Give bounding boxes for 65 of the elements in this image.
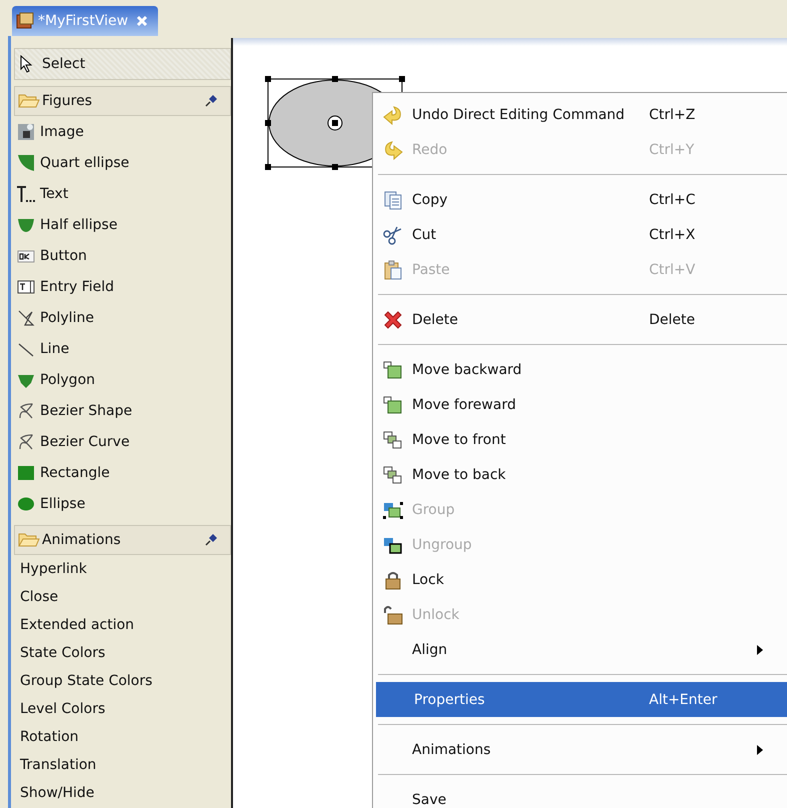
- palette-item[interactable]: Group State Colors: [14, 667, 231, 695]
- palette-item[interactable]: Extended action: [14, 611, 231, 639]
- palette-item[interactable]: Close: [14, 583, 231, 611]
- palette-item[interactable]: Image: [14, 116, 231, 147]
- menu-item[interactable]: Move foreward: [374, 387, 787, 422]
- redo-icon: [382, 140, 404, 160]
- pin-icon[interactable]: [204, 533, 218, 547]
- menu-item[interactable]: Animations: [374, 732, 787, 767]
- palette-item[interactable]: Quart ellipse: [14, 147, 231, 178]
- curve-icon: [17, 432, 35, 450]
- pointer-icon: [20, 55, 34, 73]
- palette-item[interactable]: Translation: [14, 751, 231, 779]
- palette-item[interactable]: Bezier Curve: [14, 426, 231, 457]
- palette-item[interactable]: Level Colors: [14, 695, 231, 723]
- rectangle-icon: [17, 464, 35, 482]
- folder-icon: [18, 93, 40, 109]
- delete-icon: [382, 310, 404, 330]
- curve-icon: [17, 402, 35, 420]
- layers-icon: [382, 430, 404, 450]
- menu-item[interactable]: Save: [374, 782, 787, 808]
- text-icon: [17, 184, 35, 202]
- entry-field-icon: [17, 278, 35, 296]
- palette-item[interactable]: Rectangle: [14, 457, 231, 488]
- unlock-icon: [382, 604, 404, 624]
- layers-icon: [382, 464, 404, 484]
- menu-item[interactable]: Undo Direct Editing Command Ctrl+Z: [374, 97, 787, 132]
- menu-item[interactable]: Align: [374, 632, 787, 667]
- pin-icon[interactable]: [204, 94, 218, 108]
- menu-item[interactable]: Copy Ctrl+C: [374, 182, 787, 217]
- view-icon: [16, 12, 34, 30]
- copy-icon: [382, 190, 404, 210]
- menu-item[interactable]: Lock: [374, 562, 787, 597]
- menu-item[interactable]: Move to back: [374, 457, 787, 492]
- palette-item[interactable]: Button: [14, 240, 231, 271]
- scissors-icon: [382, 224, 404, 244]
- palette-item[interactable]: Hyperlink: [14, 555, 231, 583]
- group-icon: [382, 500, 404, 520]
- layer-icon: [382, 360, 404, 380]
- palette-item[interactable]: Rotation: [14, 723, 231, 751]
- layer-icon: [382, 394, 404, 414]
- ellipse-icon: [17, 494, 35, 512]
- menu-item[interactable]: Move to front: [374, 422, 787, 457]
- menu-item[interactable]: Delete Delete: [374, 302, 787, 337]
- palette-item[interactable]: State Colors: [14, 639, 231, 667]
- palette-item[interactable]: Entry Field: [14, 271, 231, 302]
- palette-item[interactable]: Bezier Shape: [14, 395, 231, 426]
- close-icon[interactable]: [136, 15, 148, 27]
- drawer-header[interactable]: Figures: [14, 86, 231, 116]
- palette-item[interactable]: Polyline: [14, 302, 231, 333]
- select-tool[interactable]: Select: [14, 48, 231, 80]
- image-icon: [17, 122, 35, 140]
- palette-item[interactable]: Show/Hide: [14, 779, 231, 807]
- palette-item[interactable]: Polygon: [14, 364, 231, 395]
- palette-item[interactable]: Text: [14, 178, 231, 209]
- polyline-icon: [17, 308, 35, 326]
- folder-icon: [18, 532, 40, 548]
- menu-item[interactable]: Properties Alt+Enter: [376, 682, 787, 717]
- clipboard-icon: [382, 260, 404, 280]
- menu-item[interactable]: Cut Ctrl+X: [374, 217, 787, 252]
- palette-item[interactable]: Ellipse: [14, 488, 231, 519]
- drawer-header[interactable]: Animations: [14, 525, 231, 555]
- palette-item[interactable]: Line: [14, 333, 231, 364]
- undo-icon: [382, 104, 404, 124]
- menu-item[interactable]: Move backward: [374, 352, 787, 387]
- palette-item[interactable]: Half ellipse: [14, 209, 231, 240]
